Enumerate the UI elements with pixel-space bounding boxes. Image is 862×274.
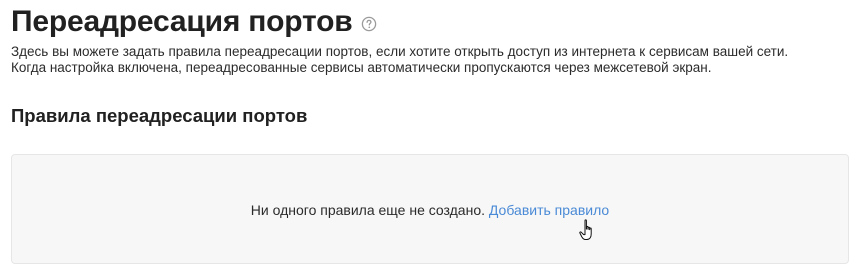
empty-state-message: Ни одного правила еще не создано. Добави… — [12, 201, 848, 219]
help-circle-icon[interactable] — [361, 16, 377, 32]
description-line-1: Здесь вы можете задать правила переадрес… — [11, 44, 789, 59]
description-line-2: Когда настройка включена, переадресованн… — [11, 60, 712, 75]
page-description: Здесь вы можете задать правила переадрес… — [11, 44, 851, 76]
rules-empty-state: Ни одного правила еще не создано. Добави… — [11, 154, 849, 264]
empty-state-text: Ни одного правила еще не создано. — [250, 202, 486, 218]
page-header: Переадресация портов — [11, 2, 377, 42]
add-rule-link[interactable]: Добавить правило — [489, 202, 609, 218]
rules-section-title: Правила переадресации портов — [11, 105, 308, 126]
page-title: Переадресация портов — [11, 5, 353, 38]
hand-pointer-icon — [579, 219, 599, 243]
